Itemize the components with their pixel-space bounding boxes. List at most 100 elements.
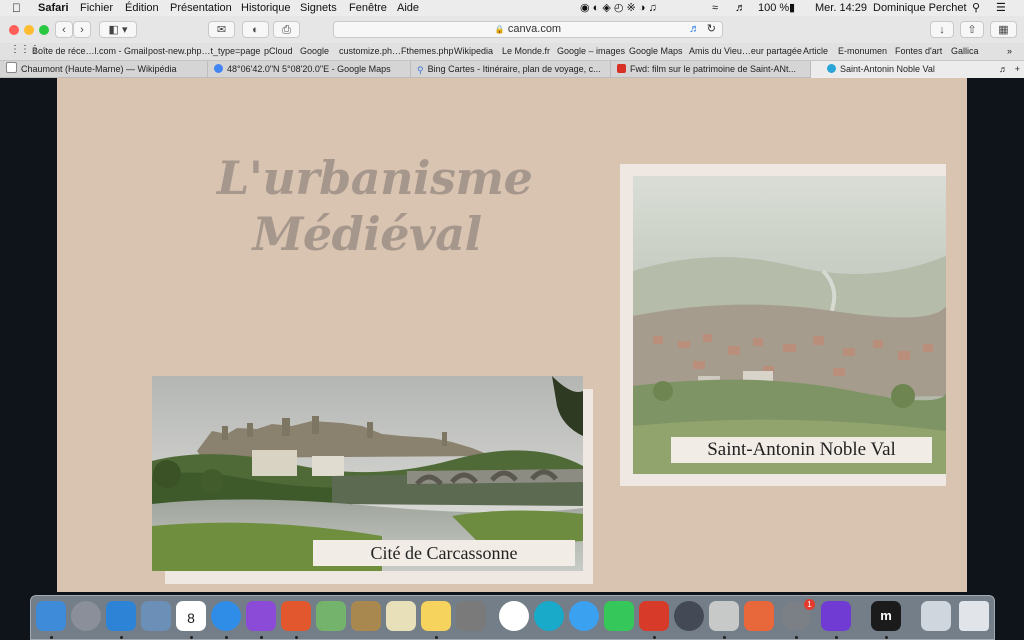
reload-icon[interactable]: ↻	[707, 22, 716, 37]
bookmark-item[interactable]: Article	[803, 46, 828, 56]
image-capture-icon[interactable]	[456, 601, 486, 631]
running-indicator	[723, 636, 726, 639]
bookmark-item[interactable]: Gallica	[951, 46, 979, 56]
app-menu[interactable]: Safari	[38, 1, 69, 15]
battery-percent[interactable]: 100 %	[758, 1, 789, 15]
forward-button[interactable]: ›	[73, 21, 91, 38]
affinity-publisher-icon[interactable]	[281, 601, 311, 631]
bookmark-item[interactable]: Google	[300, 46, 329, 56]
google-icon	[214, 64, 223, 73]
affinity-icon[interactable]	[744, 601, 774, 631]
address-bar[interactable]: 🔒 canva.com ♬ ↻	[333, 21, 723, 38]
canva-icon	[827, 64, 836, 73]
textedit-icon[interactable]	[421, 601, 451, 631]
privacy-shield-icon[interactable]: ◐	[242, 21, 269, 38]
canva-slide: L'urbanisme Médiéval Cité de Carcassonne…	[57, 78, 967, 592]
affinity-photo-icon[interactable]	[709, 601, 739, 631]
menu-fenetre[interactable]: Fenêtre	[349, 1, 387, 15]
tab-title: 48°06'42.0"N 5°08'20.0"E - Google Maps	[227, 64, 391, 74]
bookmark-item[interactable]: customize.ph…Fthemes.php	[339, 46, 454, 56]
notes-icon[interactable]	[386, 601, 416, 631]
tab-canva-active[interactable]: Saint-Antonin Noble Val ♬ +	[811, 61, 1024, 78]
tab-gmail[interactable]: Fwd: film sur le patrimoine de Saint-ANt…	[611, 61, 811, 78]
affinity-designer-icon[interactable]	[246, 601, 276, 631]
menu-presentation[interactable]: Présentation	[170, 1, 232, 15]
photos-icon[interactable]	[499, 601, 529, 631]
user-name[interactable]: Dominique Perchet	[873, 1, 967, 15]
caption-carcassonne[interactable]: Cité de Carcassonne	[313, 540, 575, 566]
maps-icon[interactable]	[316, 601, 346, 631]
tab-title: Chaumont (Haute-Marne) — Wikipédia	[21, 64, 177, 74]
menu-edition[interactable]: Édition	[125, 1, 159, 15]
zoom-window-button[interactable]	[39, 25, 49, 35]
lock-icon: 🔒	[494, 25, 505, 34]
saint-antonin-image	[633, 176, 946, 474]
imovie-icon[interactable]	[821, 601, 851, 631]
downloads-icon[interactable]: ↓	[930, 21, 954, 38]
menu-historique[interactable]: Historique	[241, 1, 291, 15]
running-indicator	[653, 636, 656, 639]
status-icons[interactable]: ◉ ◐ ◈ ◴ ※ ◑ ♫	[580, 1, 657, 15]
running-indicator	[190, 636, 193, 639]
preview-icon[interactable]	[141, 601, 171, 631]
sidebar-toggle-icon[interactable]: ◧ ▾	[99, 21, 137, 38]
caption-saint-antonin[interactable]: Saint-Antonin Noble Val	[671, 437, 932, 463]
tab-audio-icon[interactable]: ♬	[999, 61, 1008, 78]
bookmark-item[interactable]: pCloud	[264, 46, 293, 56]
title-line-1: L'urbanisme	[217, 151, 533, 205]
messages-icon[interactable]	[569, 601, 599, 631]
print-icon[interactable]: ⎙	[273, 21, 300, 38]
calendar-day: 8	[187, 610, 195, 626]
running-indicator	[835, 636, 838, 639]
launchpad-icon[interactable]	[71, 601, 101, 631]
running-indicator	[885, 636, 888, 639]
new-tab-button[interactable]: +	[1015, 61, 1020, 78]
audio-icon[interactable]: ♬	[689, 22, 700, 37]
close-window-button[interactable]	[9, 25, 19, 35]
bookmark-item[interactable]: E-monumen	[838, 46, 887, 56]
wifi-icon[interactable]: ≈	[712, 1, 718, 15]
m-app-icon[interactable]: m	[871, 601, 901, 631]
mail-share-icon[interactable]: ✉	[208, 21, 235, 38]
bookmark-item[interactable]: Amis du Vieu…eur partagée	[689, 46, 802, 56]
pcloud-icon[interactable]	[534, 601, 564, 631]
minimize-window-button[interactable]	[24, 25, 34, 35]
running-indicator	[795, 636, 798, 639]
script-icon[interactable]	[351, 601, 381, 631]
bookmark-item[interactable]: Le Monde.fr	[502, 46, 550, 56]
back-button[interactable]: ‹	[55, 21, 73, 38]
menu-bar:  Safari Fichier Édition Présentation Hi…	[0, 0, 1024, 17]
trash-icon[interactable]	[959, 601, 989, 631]
finder-icon[interactable]	[36, 601, 66, 631]
bookmark-item[interactable]: Fontes d'art	[895, 46, 942, 56]
pdf-icon[interactable]	[639, 601, 669, 631]
menu-aide[interactable]: Aide	[397, 1, 419, 15]
share-icon[interactable]: ⇧	[960, 21, 984, 38]
bookmark-item[interactable]: post-new.php…t_type=page	[148, 46, 260, 56]
calendar-icon[interactable]: 8	[176, 601, 206, 631]
bookmark-item[interactable]: Google Maps	[629, 46, 683, 56]
menu-signets[interactable]: Signets	[300, 1, 337, 15]
title-line-2: Médiéval	[252, 207, 482, 261]
tab-wikipedia[interactable]: Chaumont (Haute-Marne) — Wikipédia	[0, 61, 208, 78]
notification-center-icon[interactable]: ☰	[996, 1, 1006, 15]
tab-google-maps[interactable]: 48°06'42.0"N 5°08'20.0"E - Google Maps	[208, 61, 411, 78]
tab-overview-icon[interactable]: ▦	[990, 21, 1017, 38]
volume-icon[interactable]: ♬	[735, 1, 746, 15]
bookmark-item[interactable]: Wikipedia	[454, 46, 493, 56]
menu-fichier[interactable]: Fichier	[80, 1, 113, 15]
dock: 8 1 m	[30, 595, 995, 640]
safari-icon[interactable]	[211, 601, 241, 631]
saint-antonin-photo[interactable]	[633, 176, 946, 474]
spotlight-icon[interactable]: ⚲	[972, 1, 980, 15]
color-icon[interactable]	[674, 601, 704, 631]
bookmark-item[interactable]: Google – images	[557, 46, 625, 56]
downloads-folder-icon[interactable]	[921, 601, 951, 631]
mail-icon[interactable]	[106, 601, 136, 631]
facetime-icon[interactable]	[604, 601, 634, 631]
bookmark-item[interactable]: Boîte de réce…l.com - Gmail	[32, 46, 148, 56]
more-bookmarks-icon[interactable]: »	[1007, 46, 1012, 56]
tab-bing-maps[interactable]: ⚲ Bing Cartes - Itinéraire, plan de voyag…	[411, 61, 611, 78]
apple-menu-icon[interactable]: 	[12, 1, 21, 15]
clock[interactable]: Mer. 14:29	[815, 1, 867, 15]
